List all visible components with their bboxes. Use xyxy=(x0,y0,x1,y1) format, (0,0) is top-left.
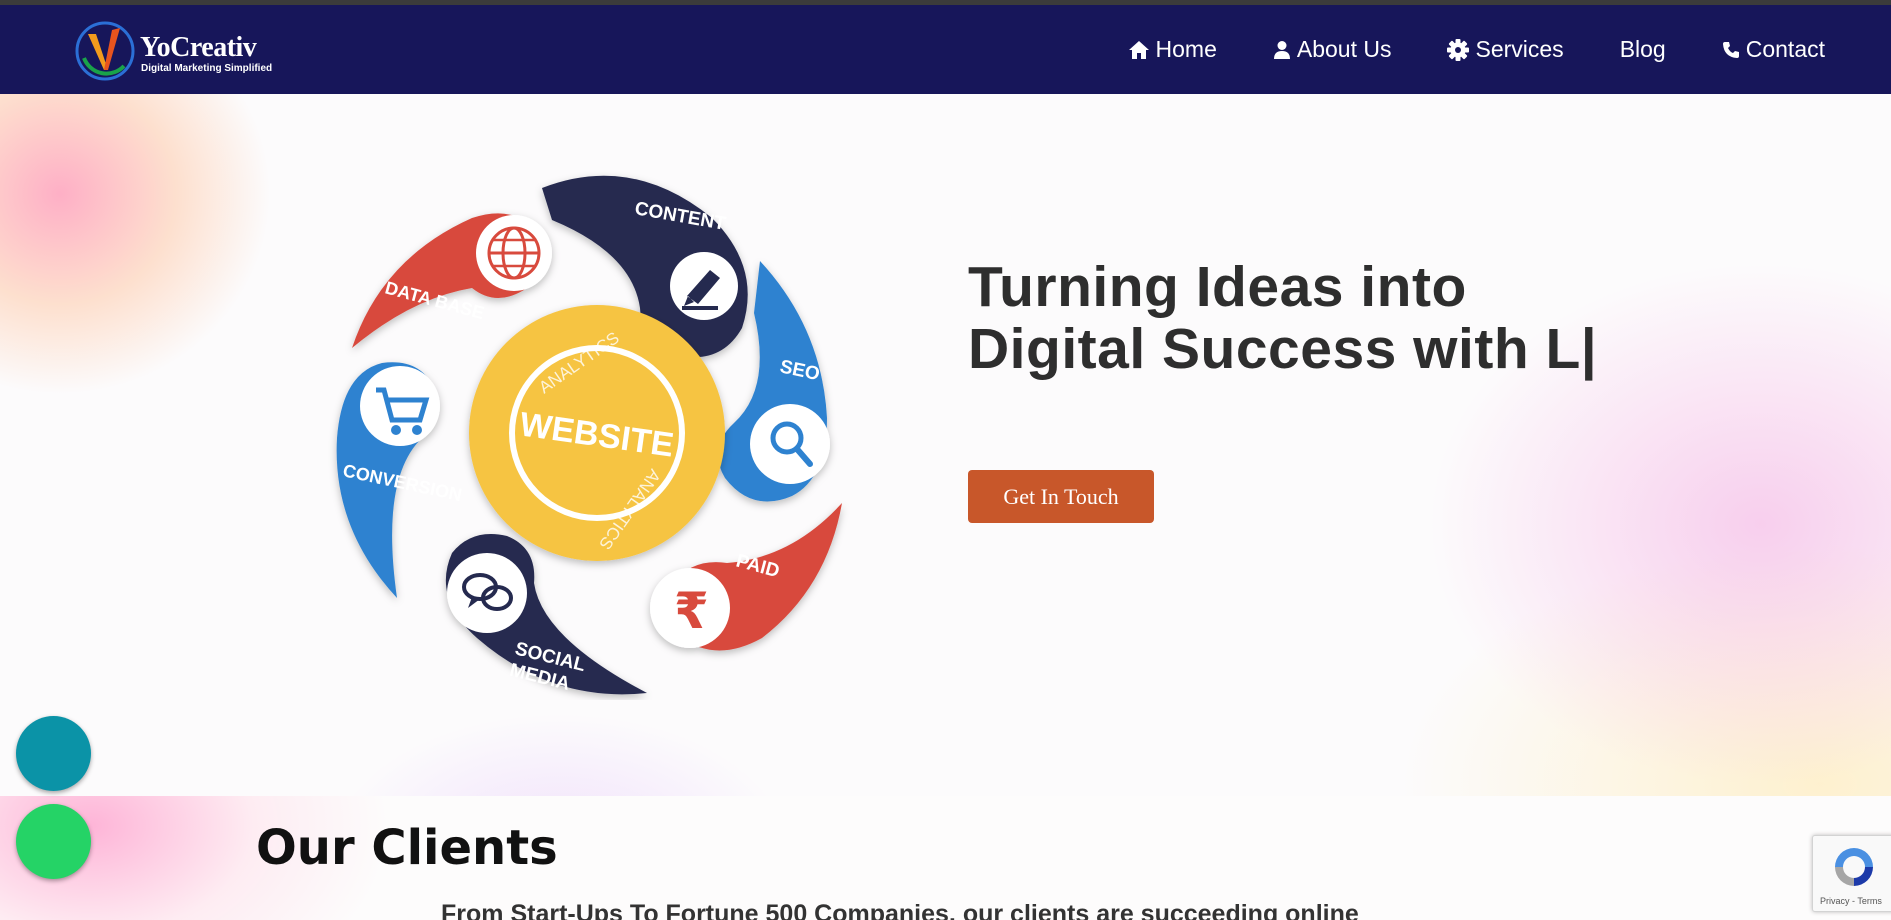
nav-home[interactable]: Home xyxy=(1128,36,1217,63)
recaptcha-badge[interactable]: Privacy - Terms xyxy=(1812,835,1891,912)
nav-about-us[interactable]: About Us xyxy=(1273,36,1392,63)
rupee-icon: ₹ xyxy=(674,582,709,640)
nav-about-us-label: About Us xyxy=(1296,36,1392,62)
phone-icon xyxy=(1722,41,1739,58)
logo-mark-icon xyxy=(75,21,135,81)
brand-tagline: Digital Marketing Simplified xyxy=(141,63,273,74)
gear-icon xyxy=(1447,38,1470,61)
digital-marketing-wheel: CONTENT SEO ₹ PAID SOCIALMEDIA CONVERSIO… xyxy=(336,175,842,695)
site-header: YoCreativ Digital Marketing Simplified H… xyxy=(0,5,1891,94)
main-nav: Home About Us Services Blog Contact xyxy=(1072,5,1825,94)
hero-section: CONTENT SEO ₹ PAID SOCIALMEDIA CONVERSIO… xyxy=(0,94,1891,796)
hero-headline: Turning Ideas into Digital Success with … xyxy=(968,255,1598,381)
nav-services[interactable]: Services xyxy=(1447,36,1564,63)
clients-subtitle: From Start-Ups To Fortune 500 Companies,… xyxy=(441,900,1359,920)
recaptcha-links[interactable]: Privacy - Terms xyxy=(1820,896,1882,906)
recaptcha-icon xyxy=(1835,848,1873,886)
home-icon xyxy=(1128,40,1149,59)
nav-contact-label: Contact xyxy=(1745,36,1825,62)
brand-logo[interactable]: YoCreativ Digital Marketing Simplified xyxy=(74,20,274,82)
nav-services-label: Services xyxy=(1475,36,1564,62)
user-icon xyxy=(1273,40,1290,59)
whatsapp-button[interactable] xyxy=(16,804,91,879)
nav-blog[interactable]: Blog xyxy=(1620,36,1666,63)
brand-name: YoCreativ xyxy=(140,32,257,63)
nav-home-label: Home xyxy=(1155,36,1217,62)
floating-action-button[interactable] xyxy=(16,716,91,791)
nav-blog-label: Blog xyxy=(1619,36,1666,62)
nav-contact[interactable]: Contact xyxy=(1722,36,1825,63)
clients-section: Our Clients From Start-Ups To Fortune 50… xyxy=(0,796,1891,920)
clients-title: Our Clients xyxy=(256,820,558,876)
get-in-touch-button[interactable]: Get In Touch xyxy=(968,470,1154,523)
